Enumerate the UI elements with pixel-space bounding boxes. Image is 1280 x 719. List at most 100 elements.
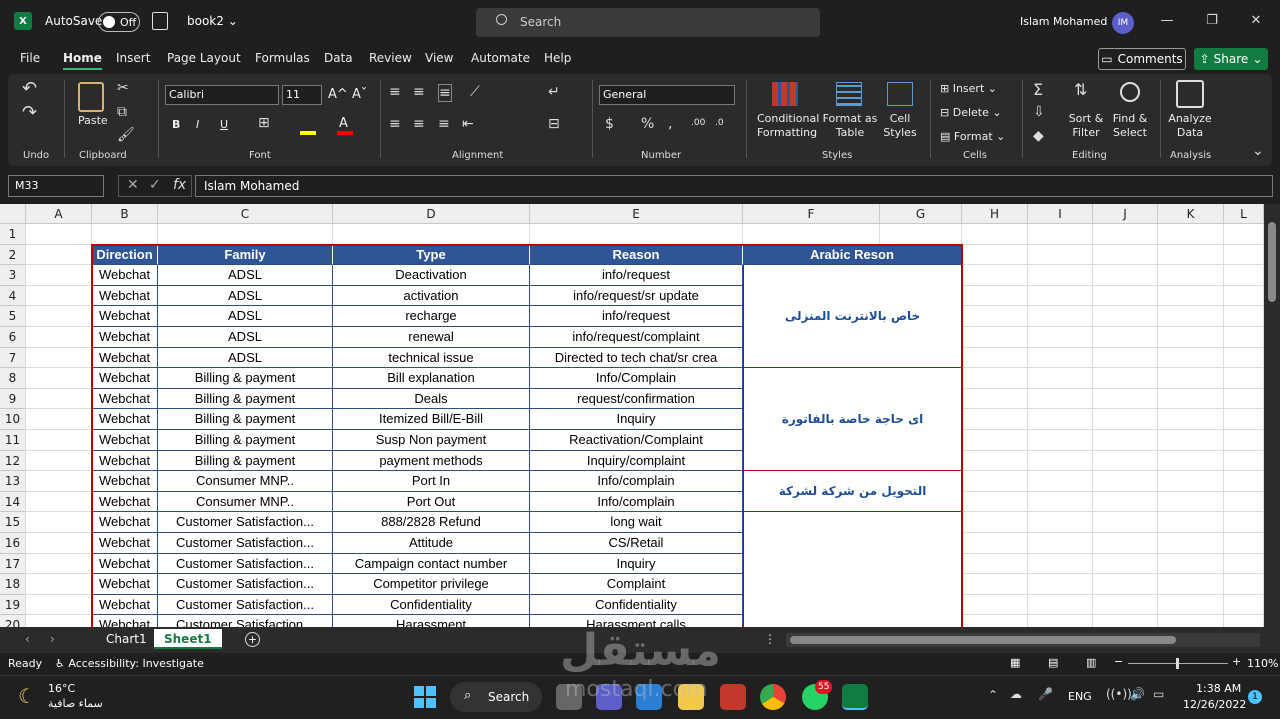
table-cell[interactable]: info/request/complaint [530, 327, 743, 348]
horizontal-scrollbar[interactable] [786, 633, 1260, 647]
row-header[interactable]: 1 [0, 224, 26, 245]
table-cell[interactable]: ADSL [158, 265, 333, 286]
formula-input[interactable]: Islam Mohamed [195, 175, 1273, 197]
decrease-font-icon[interactable]: Aˇ [352, 87, 367, 102]
chevron-up-icon[interactable]: ⌃ [988, 688, 998, 702]
column-header-f[interactable]: F [743, 204, 880, 224]
microphone-icon[interactable]: 🎤 [1038, 687, 1053, 701]
find-select-icon[interactable] [1120, 82, 1140, 102]
table-cell[interactable]: Customer Satisfaction... [158, 594, 333, 616]
table-cell[interactable]: Webchat [92, 512, 158, 533]
menu-page-layout[interactable]: Page Layout [167, 51, 241, 65]
table-cell[interactable]: info/request [530, 306, 743, 327]
row-header[interactable]: 10 [0, 409, 26, 430]
currency-icon[interactable]: $ [605, 116, 614, 132]
table-cell[interactable]: Info/complain [530, 471, 743, 492]
notification-badge[interactable]: 1 [1248, 690, 1262, 704]
table-cell[interactable]: Inquiry/complaint [530, 450, 743, 472]
row-header[interactable]: 11 [0, 430, 26, 451]
column-header-e[interactable]: E [530, 204, 743, 224]
restore-icon[interactable]: ❐ [1197, 10, 1227, 32]
table-cell[interactable]: Competitor privilege [333, 574, 530, 595]
table-cell[interactable]: Consumer MNP.. [158, 491, 333, 513]
table-cell[interactable]: Customer Satisfaction... [158, 512, 333, 533]
table-cell[interactable]: technical issue [333, 347, 530, 369]
share-button[interactable]: ⇪ Share ⌄ [1194, 48, 1268, 70]
table-header-cell[interactable]: Type [333, 244, 530, 266]
autosave-toggle[interactable]: Off [98, 12, 140, 32]
font-size-select[interactable]: 11 [282, 85, 322, 105]
zoom-out-icon[interactable]: − [1114, 655, 1123, 668]
table-cell[interactable]: CS/Retail [530, 533, 743, 554]
table-cell[interactable]: Port Out [333, 491, 530, 513]
user-name[interactable]: Islam Mohamed [1020, 15, 1107, 28]
battery-icon[interactable]: ▭ [1153, 687, 1164, 701]
column-header-d[interactable]: D [333, 204, 530, 224]
zoom-slider-thumb[interactable] [1176, 658, 1179, 669]
italic-icon[interactable]: I [196, 118, 199, 131]
table-cell[interactable]: request/confirmation [530, 388, 743, 410]
table-cell[interactable]: ADSL [158, 306, 333, 327]
row-header[interactable]: 20 [0, 615, 26, 627]
sort-filter-button[interactable]: Sort & Filter [1066, 112, 1106, 140]
menu-insert[interactable]: Insert [116, 51, 150, 65]
table-cell[interactable]: Customer Satisfaction... [158, 553, 333, 575]
table-cell[interactable]: payment methods [333, 450, 530, 472]
row-header[interactable]: 5 [0, 306, 26, 327]
delete-cells-button[interactable]: ⊟ Delete ⌄ [940, 106, 1002, 119]
conditional-formatting-button[interactable]: Conditional Formatting [757, 112, 819, 140]
minimize-icon[interactable]: — [1152, 10, 1182, 32]
table-cell[interactable]: Itemized Bill/E-Bill [333, 409, 530, 430]
arabic-reason-merged-cell[interactable]: اى حاجة خاصة بخدمة العملاء [743, 512, 962, 627]
function-icon[interactable]: fx [173, 177, 186, 193]
weather-temp[interactable]: 16°C [48, 682, 75, 695]
table-cell[interactable]: Billing & payment [158, 368, 333, 389]
table-cell[interactable]: Harassment [333, 615, 530, 627]
align-left-icon[interactable]: ≡ [389, 116, 401, 132]
collapse-ribbon-icon[interactable]: ⌄ [1252, 143, 1264, 159]
menu-view[interactable]: View [425, 51, 453, 65]
table-cell[interactable]: Directed to tech chat/sr crea [530, 347, 743, 369]
paste-label[interactable]: Paste [78, 114, 108, 127]
spreadsheet-grid[interactable]: A B C D E F G H I J K L 1 2 3 4 5 6 7 8 9 10 11 12 1… [0, 204, 1264, 627]
cloud-icon[interactable]: ☁ [1010, 687, 1022, 701]
menu-review[interactable]: Review [369, 51, 412, 65]
row-header[interactable]: 15 [0, 512, 26, 533]
enter-icon[interactable]: ✓ [149, 177, 161, 193]
analyze-data-icon[interactable] [1176, 80, 1204, 108]
row-header[interactable]: 4 [0, 285, 26, 307]
vertical-scrollbar[interactable] [1264, 204, 1280, 627]
sort-filter-icon[interactable]: ⇅ [1074, 80, 1087, 99]
table-cell[interactable]: Webchat [92, 265, 158, 286]
tab-scroll-right-icon[interactable]: › [50, 632, 55, 646]
conditional-formatting-icon[interactable] [772, 82, 798, 106]
clock-time[interactable]: 1:38 AM [1196, 682, 1241, 695]
table-cell[interactable]: Inquiry [530, 409, 743, 430]
table-cell[interactable]: Port In [333, 471, 530, 492]
table-cell[interactable]: Webchat [92, 615, 158, 627]
format-as-table-button[interactable]: Format as Table [822, 112, 878, 140]
row-header[interactable]: 8 [0, 368, 26, 389]
table-cell[interactable]: Webchat [92, 285, 158, 307]
table-cell[interactable]: Customer Satisfaction... [158, 574, 333, 595]
analyze-data-button[interactable]: Analyze Data [1166, 112, 1214, 140]
table-cell[interactable]: Webchat [92, 553, 158, 575]
table-cell[interactable]: Bill explanation [333, 368, 530, 389]
table-cell[interactable]: Webchat [92, 388, 158, 410]
table-cell[interactable]: Billing & payment [158, 409, 333, 430]
avatar[interactable]: IM [1112, 12, 1134, 34]
column-header-l[interactable]: L [1224, 204, 1264, 224]
column-header-a[interactable]: A [26, 204, 92, 224]
menu-automate[interactable]: Automate [471, 51, 530, 65]
windows-start-icon[interactable] [414, 686, 436, 708]
table-cell[interactable]: Info/complain [530, 491, 743, 513]
tab-chart1[interactable]: Chart1 [96, 629, 157, 649]
table-cell[interactable]: Webchat [92, 533, 158, 554]
table-cell[interactable]: Confidentiality [530, 594, 743, 616]
underline-icon[interactable]: U [220, 118, 228, 131]
cell-styles-button[interactable]: Cell Styles [878, 112, 922, 140]
column-header-c[interactable]: C [158, 204, 333, 224]
tab-sheet1[interactable]: Sheet1 [154, 629, 222, 649]
table-cell[interactable]: Confidentiality [333, 594, 530, 616]
table-cell[interactable]: Webchat [92, 347, 158, 369]
